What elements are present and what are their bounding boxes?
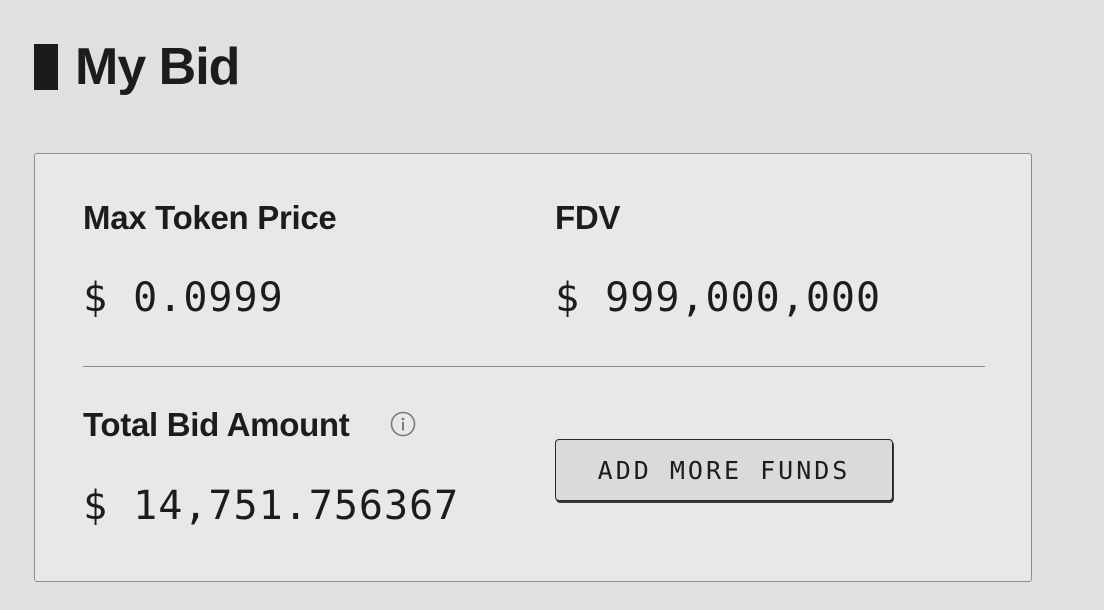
fdv-value: $ 999,000,000 bbox=[555, 275, 882, 321]
total-bid-amount-value: $ 14,751.756367 bbox=[83, 483, 460, 529]
section-header: My Bid bbox=[34, 36, 240, 98]
card-divider bbox=[83, 366, 985, 367]
bid-card: Max Token Price $ 0.0999 FDV $ 999,000,0… bbox=[34, 153, 1032, 582]
total-bid-amount-label: Total Bid Amount bbox=[83, 406, 350, 443]
info-circle-icon[interactable] bbox=[390, 411, 416, 437]
page-title: My Bid bbox=[75, 38, 240, 96]
fdv-label: FDV bbox=[555, 199, 621, 236]
max-token-price-label: Max Token Price bbox=[83, 199, 337, 236]
section-header-bar bbox=[34, 44, 58, 90]
max-token-price-value: $ 0.0999 bbox=[83, 275, 284, 321]
add-more-funds-button[interactable]: ADD MORE FUNDS bbox=[555, 439, 893, 501]
